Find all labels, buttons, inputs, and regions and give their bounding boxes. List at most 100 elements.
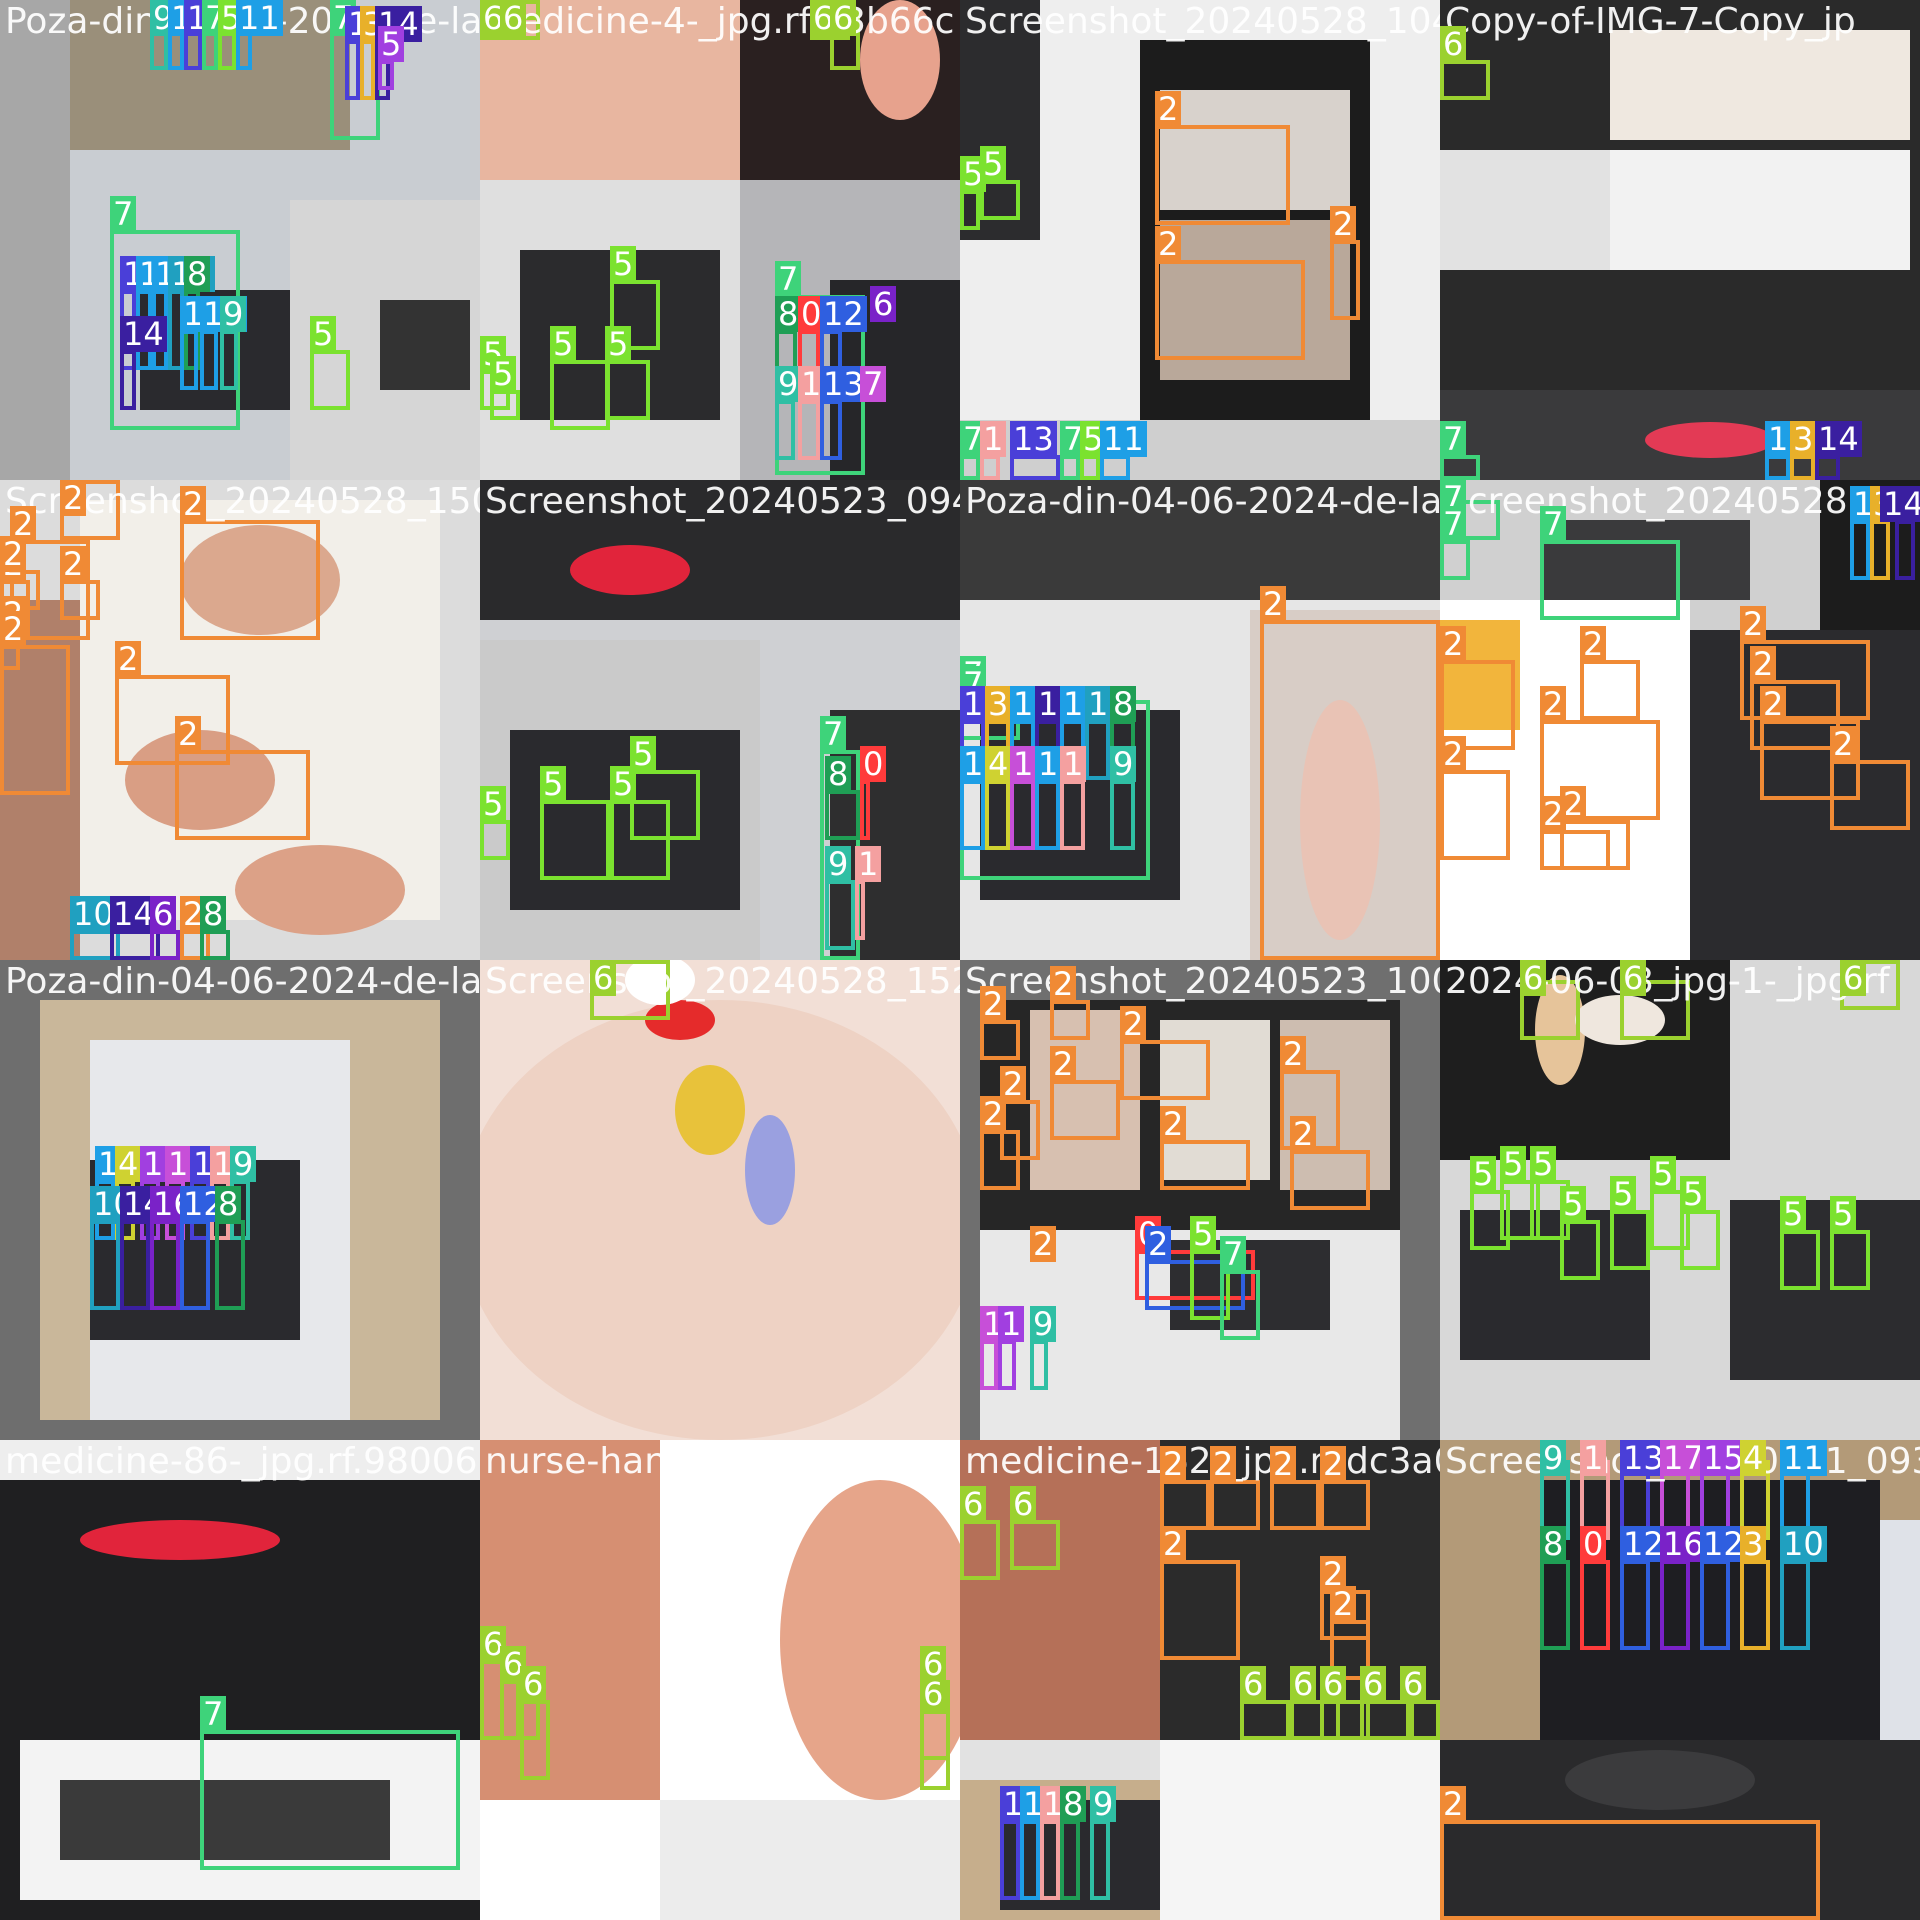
mosaic-tile: Screenshot_20240528_104735_Pinterest5522…: [960, 0, 1440, 480]
detection-class-label: 3: [985, 686, 1012, 722]
detection-box: [1780, 1560, 1810, 1650]
detection-class-label: 12: [820, 296, 867, 332]
detection-class-label: 2: [60, 480, 87, 516]
detection-box: [310, 350, 350, 410]
detection-class-label: 5: [1470, 1156, 1497, 1192]
detection-box: [215, 1220, 245, 1310]
detection-class-label: 6: [590, 960, 617, 996]
detection-class-label: 4: [1740, 1440, 1767, 1476]
detection-box: [1680, 1210, 1720, 1270]
detection-box: [150, 1220, 180, 1310]
detection-class-label: 2: [1330, 206, 1357, 242]
detection-class-label: 2: [0, 536, 27, 572]
photo-shape: [1565, 1750, 1755, 1810]
detection-class-label: 5: [610, 246, 637, 282]
detection-class-label: 2: [980, 1096, 1007, 1132]
mosaic-tile: Screenshot_20240531_09309113171541180121…: [1440, 1440, 1920, 1920]
detection-box: [1360, 1700, 1410, 1740]
detection-box: [980, 1130, 1020, 1190]
detection-box: [540, 800, 610, 880]
mosaic-tile: medicine-86-_jpg.rf.98006787f6e40dd7: [0, 1440, 480, 1920]
mosaic-tile: nurse-hand-white-background66666: [480, 1440, 960, 1920]
detection-box: [120, 350, 136, 410]
detection-class-label: 6: [830, 0, 857, 36]
detection-box: [1620, 1560, 1650, 1650]
detection-class-label: 6: [500, 0, 527, 36]
detection-class-label: 1: [1060, 686, 1087, 722]
photo-shape: [480, 1000, 960, 1440]
detection-class-label: 2: [980, 986, 1007, 1022]
photo-shape: [960, 480, 1440, 600]
detection-box: [60, 580, 100, 620]
detection-class-label: 2: [1440, 626, 1467, 662]
detection-class-label: 2: [1280, 1036, 1307, 1072]
detection-class-label: 2: [1160, 1106, 1187, 1142]
detection-class-label: 13: [1010, 421, 1057, 457]
detection-box: [985, 780, 1010, 850]
mosaic-tile: Screenshot_2024052877713142222222222: [1440, 480, 1920, 960]
photo-shape: [480, 1440, 660, 1800]
detection-box: [220, 330, 238, 390]
detection-box: [1895, 520, 1915, 580]
detection-class-label: 7: [1440, 421, 1467, 457]
detection-class-label: 1: [1035, 746, 1062, 782]
detection-box: [1580, 1560, 1610, 1650]
detection-box: [1080, 455, 1100, 480]
detection-class-label: 2: [1750, 646, 1777, 682]
detection-box: [1210, 1480, 1260, 1530]
detection-class-label: 6: [1240, 1666, 1267, 1702]
detection-class-label: 9: [1110, 746, 1137, 782]
detection-box: [1780, 1230, 1820, 1290]
detection-class-label: 2: [1740, 606, 1767, 642]
detection-class-label: 2: [175, 716, 202, 752]
tile-photo: [480, 480, 960, 960]
detection-box: [1060, 455, 1080, 480]
detection-box: [1240, 1700, 1290, 1740]
detection-class-label: 6: [1320, 1666, 1347, 1702]
mosaic-tile: Screenshot_20240528_1522336: [480, 960, 960, 1440]
detection-class-label: 7: [110, 196, 137, 232]
detection-class-label: 1: [1010, 686, 1037, 722]
detection-class-label: 6: [1400, 1666, 1427, 1702]
detection-mosaic: Poza-din-09-06-2024-de-la-19111375117133…: [0, 0, 1920, 1920]
detection-box: [1050, 1000, 1090, 1040]
detection-class-label: 5: [1530, 1146, 1557, 1182]
detection-class-label: 2: [1160, 1446, 1187, 1482]
detection-class-label: 6: [1290, 1666, 1317, 1702]
detection-box: [1440, 455, 1480, 480]
photo-shape: [480, 480, 960, 620]
detection-class-label: 5: [550, 326, 577, 362]
detection-class-label: 14: [120, 316, 167, 352]
detection-class-label: 1: [1060, 746, 1087, 782]
detection-box: [1765, 455, 1790, 480]
detection-class-label: 5: [1780, 1196, 1807, 1232]
detection-box: [1830, 1230, 1870, 1290]
tile-photo: [960, 0, 1440, 480]
detection-box: [1580, 660, 1640, 720]
detection-class-label: 2: [1330, 1586, 1357, 1622]
photo-shape: [1645, 422, 1775, 458]
detection-class-label: 2: [1260, 586, 1287, 622]
detection-box: [1010, 780, 1035, 850]
detection-class-label: 2: [60, 546, 87, 582]
mosaic-tile: Copy-of-IMG-7-Copy_jp 6 7 1 3 14: [1440, 0, 1920, 480]
detection-box: [1440, 1820, 1820, 1920]
mosaic-tile: Poza-din-04-06-2024-de-la-17271331111108…: [960, 480, 1440, 960]
detection-box: [1110, 780, 1135, 850]
detection-box: [960, 190, 980, 230]
tile-photo: [480, 960, 960, 1440]
detection-box: [1560, 1220, 1600, 1280]
detection-box: [1155, 125, 1290, 225]
detection-box: [90, 1220, 120, 1310]
detection-class-label: 2: [1030, 1226, 1057, 1262]
detection-class-label: 2: [180, 486, 207, 522]
detection-box: [1020, 1820, 1040, 1900]
detection-class-label: 5: [480, 786, 507, 822]
detection-box: [1850, 520, 1870, 580]
detection-class-label: 2: [1440, 736, 1467, 772]
detection-box: [1100, 455, 1130, 480]
detection-class-label: 6: [960, 1486, 987, 1522]
mosaic-tile: 2024-06-03_jpg-1-_jpg.rf 6 6 6 5 5 5 5 5 5 5 5 5: [1440, 960, 1920, 1440]
detection-box: [798, 400, 820, 460]
detection-box: [1740, 1560, 1770, 1650]
